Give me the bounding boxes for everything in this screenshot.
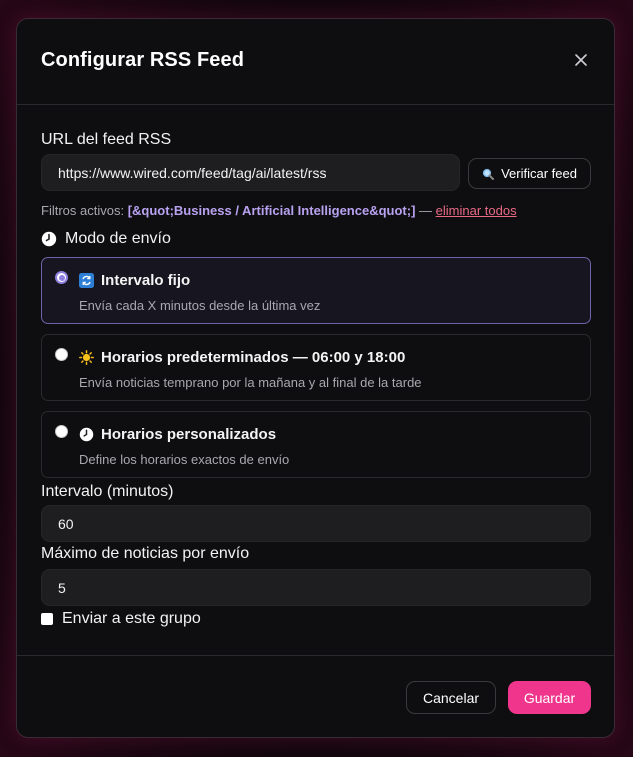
mode-option-fixed-interval[interactable]: Intervalo fijo Envía cada X minutos desd… <box>41 257 591 324</box>
active-filters: Filtros activos: [&quot;Business / Artif… <box>41 203 517 218</box>
send-to-group-checkbox[interactable] <box>41 613 53 625</box>
mode-option-title: Horarios predeterminados — 06:00 y 18:00 <box>79 349 405 366</box>
clock-icon <box>79 427 94 442</box>
interval-value: 60 <box>58 515 74 532</box>
save-button-label: Guardar <box>523 689 576 706</box>
feed-url-label: URL del feed RSS <box>41 131 172 148</box>
feed-url-input[interactable]: https://www.wired.com/feed/tag/ai/latest… <box>41 154 460 191</box>
mode-fixed-interval-title: Intervalo fijo <box>101 272 191 289</box>
mode-fixed-interval-description: Envía cada X minutos desde la última vez <box>79 298 321 313</box>
dialog-title: Configurar RSS Feed <box>41 49 245 71</box>
send-mode-label: Modo de envío <box>65 230 171 247</box>
radio-custom-schedule[interactable] <box>55 425 68 438</box>
dialog-footer <box>17 655 614 656</box>
sun-icon <box>79 350 94 365</box>
cancel-button[interactable]: Cancelar <box>406 681 496 714</box>
mode-default-schedule-description: Envía noticias temprano por la mañana y … <box>79 375 422 390</box>
verify-feed-label: Verificar feed <box>501 166 577 181</box>
max-news-value: 5 <box>58 579 66 596</box>
filters-prefix: Filtros activos: <box>41 203 125 218</box>
dialog-header: Configurar RSS Feed <box>17 19 614 105</box>
filters-tags: [&quot;Business / Artificial Intelligenc… <box>127 203 416 218</box>
radio-default-schedule[interactable] <box>55 348 68 361</box>
rss-config-dialog: Configurar RSS Feed URL del feed RSS htt… <box>16 18 615 738</box>
send-to-group-label: Enviar a este grupo <box>62 610 201 627</box>
mode-custom-schedule-description: Define los horarios exactos de envío <box>79 452 290 467</box>
send-mode-heading: Modo de envío <box>41 230 171 248</box>
remove-all-filters-link[interactable]: eliminar todos <box>436 203 517 218</box>
interval-input[interactable]: 60 <box>41 505 591 542</box>
close-icon[interactable] <box>574 53 588 67</box>
verify-feed-button[interactable]: Verificar feed <box>468 158 591 189</box>
cancel-button-label: Cancelar <box>422 689 480 706</box>
mode-option-default-schedule[interactable]: Horarios predeterminados — 06:00 y 18:00… <box>41 334 591 401</box>
mode-custom-schedule-title: Horarios personalizados <box>101 426 277 443</box>
mode-option-custom-schedule[interactable]: Horarios personalizados Define los horar… <box>41 411 591 478</box>
save-button[interactable]: Guardar <box>508 681 591 714</box>
refresh-icon <box>79 273 94 288</box>
max-news-label: Máximo de noticias por envío <box>41 545 250 562</box>
magnifier-icon <box>482 168 495 180</box>
mode-option-title: Horarios personalizados <box>79 426 276 443</box>
mode-default-schedule-title: Horarios predeterminados — 06:00 y 18:00 <box>101 349 406 366</box>
clock-icon <box>41 231 57 247</box>
mode-option-title: Intervalo fijo <box>79 272 190 289</box>
max-news-input[interactable]: 5 <box>41 569 591 606</box>
radio-fixed-interval[interactable] <box>55 271 68 284</box>
interval-label: Intervalo (minutos) <box>41 483 174 500</box>
feed-url-value: https://www.wired.com/feed/tag/ai/latest… <box>58 164 327 181</box>
filters-separator: — <box>419 203 433 218</box>
